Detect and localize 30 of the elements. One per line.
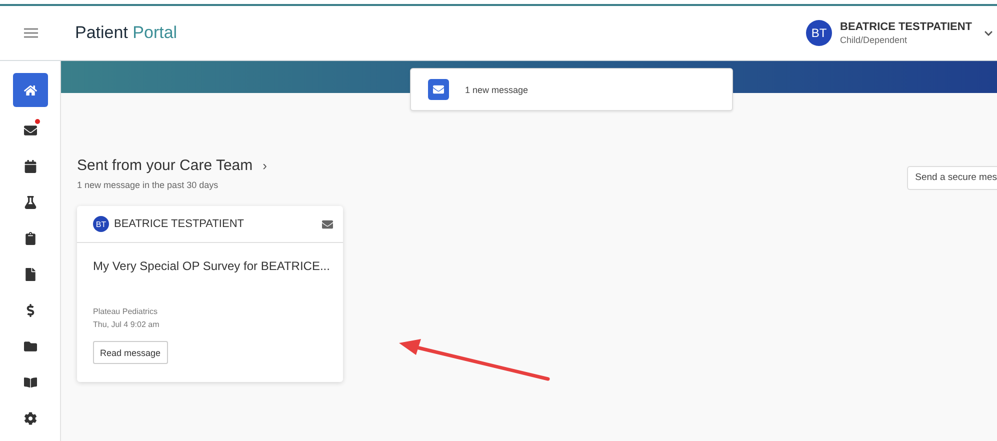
user-avatar[interactable]: BT [806, 20, 832, 46]
unread-dot [34, 119, 40, 124]
calendar-icon [24, 160, 36, 172]
message-subject: My Very Special OP Survey for BEATRICE... [93, 259, 327, 273]
clipboard-icon [24, 232, 36, 244]
sender-name: BEATRICE TESTPATIENT [114, 218, 245, 230]
message-date: Thu, Jul 4 9:02 am [93, 320, 160, 329]
app-title: Patient Portal [75, 23, 178, 43]
clinic-name: Plateau Pediatrics [93, 307, 158, 316]
settings-icon [24, 412, 36, 424]
home-icon [24, 84, 36, 96]
section-subtitle: 1 new message in the past 30 days [77, 180, 220, 190]
flask-icon [24, 196, 36, 208]
book-icon [24, 376, 36, 388]
envelope-icon [24, 124, 36, 136]
user-name: BEATRICE TESTPATIENT [840, 21, 972, 33]
menu-icon[interactable] [24, 28, 38, 38]
envelope-icon [322, 218, 333, 230]
section-title[interactable]: Sent from your Care Team [77, 157, 253, 174]
caret-icon[interactable] [984, 28, 993, 38]
file-icon [24, 268, 36, 280]
notification-text: 1 new message [465, 84, 528, 94]
send-message-button[interactable]: Send a secure mes [907, 166, 997, 190]
folder-icon [24, 340, 36, 352]
envelope-icon [428, 79, 449, 100]
read-message-button[interactable]: Read message [93, 341, 168, 364]
sender-avatar: BT [93, 216, 109, 232]
notification-card[interactable]: 1 new message [410, 68, 733, 111]
chevron-icon[interactable]: › [262, 158, 267, 173]
user-role: Child/Dependent [840, 35, 908, 45]
